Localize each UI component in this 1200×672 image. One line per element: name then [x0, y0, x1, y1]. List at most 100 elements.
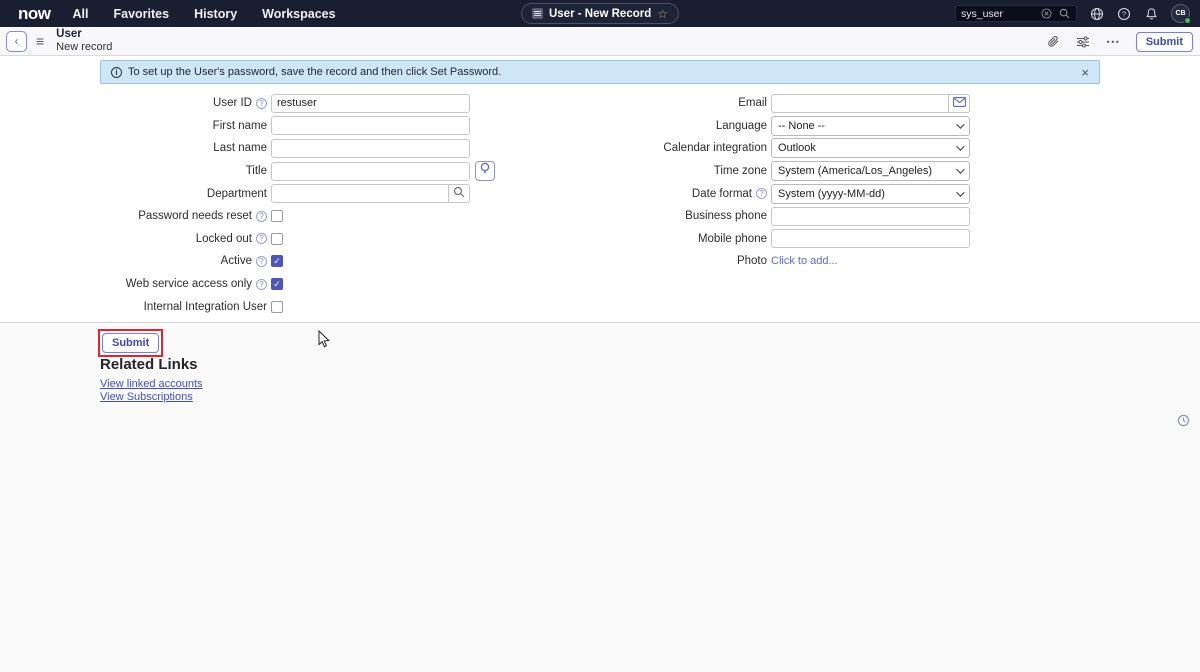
nav-item-history[interactable]: History	[194, 7, 237, 21]
department-field[interactable]	[271, 184, 448, 203]
form-row-calendar-integration: Calendar integration Outlook	[560, 137, 1000, 160]
related-link-view-linked-accounts[interactable]: View linked accounts	[100, 378, 203, 390]
help-icon[interactable]: ?	[256, 256, 267, 267]
field-control-department	[271, 184, 470, 203]
record-name: New record	[56, 41, 112, 54]
field-label-text: Date format	[692, 188, 752, 200]
email-compose-button[interactable]	[948, 94, 969, 113]
calendar-integration-selected-value: Outlook	[778, 142, 816, 154]
notifications-bell-icon[interactable]	[1144, 7, 1158, 21]
title-field[interactable]	[271, 162, 470, 181]
calendar-integration-select[interactable]: Outlook	[771, 138, 970, 158]
business-phone-field[interactable]	[771, 207, 970, 226]
field-control-time-zone: System (America/Los_Angeles)	[771, 161, 970, 181]
field-label-text: Time zone	[714, 165, 767, 177]
globe-icon[interactable]	[1090, 7, 1104, 21]
help-icon[interactable]: ?	[256, 211, 267, 222]
form-row-mobile-phone: Mobile phone	[560, 228, 1000, 251]
now-logo[interactable]: now	[18, 0, 51, 27]
banner-close-icon[interactable]: ×	[1081, 66, 1089, 79]
last-name-field[interactable]	[271, 139, 470, 158]
form-row-user-id: User ID?	[0, 92, 520, 115]
attachment-paperclip-icon[interactable]	[1047, 35, 1060, 49]
email-field-wrap	[771, 94, 970, 113]
global-search-value: sys_user	[961, 8, 1035, 20]
personalize-form-icon[interactable]	[1076, 36, 1090, 48]
field-label-text: Business phone	[685, 210, 767, 222]
form-row-email: Email	[560, 92, 1000, 115]
first-name-field[interactable]	[271, 116, 470, 135]
record-tab[interactable]: User - New Record ☆	[521, 3, 679, 24]
back-button[interactable]: ‹	[6, 31, 27, 52]
field-control-internal-integration-user	[271, 301, 283, 313]
date-format-select[interactable]: System (yyyy-MM-dd)	[771, 184, 970, 204]
clear-search-icon[interactable]	[1039, 7, 1053, 21]
form-icon	[532, 8, 543, 19]
field-label-active: Active?	[0, 255, 267, 267]
form-row-active: Active? ✓	[0, 250, 520, 273]
global-search-input[interactable]: sys_user	[955, 5, 1077, 22]
more-options-icon[interactable]: ⋯	[1106, 33, 1120, 50]
field-label-text: User ID	[213, 97, 252, 109]
suggestion-icon	[479, 162, 491, 180]
web-service-access-only-checkbox[interactable]: ✓	[271, 278, 283, 290]
nav-item-favorites[interactable]: Favorites	[113, 7, 169, 21]
field-label-business-phone: Business phone	[560, 210, 767, 222]
form-row-first-name: First name	[0, 115, 520, 138]
locked-out-checkbox[interactable]	[271, 233, 283, 245]
field-label-language: Language	[560, 120, 767, 132]
active-checkbox[interactable]: ✓	[271, 255, 283, 267]
favorite-star-icon[interactable]: ☆	[657, 8, 668, 20]
time-zone-selected-value: System (America/Los_Angeles)	[778, 165, 932, 177]
form-row-password-needs-reset: Password needs reset?	[0, 205, 520, 228]
response-time-clock-icon[interactable]	[1177, 414, 1190, 432]
date-format-selected-value: System (yyyy-MM-dd)	[778, 188, 885, 200]
time-zone-select[interactable]: System (America/Los_Angeles)	[771, 161, 970, 181]
help-icon[interactable]: ?	[1117, 7, 1131, 21]
field-control-business-phone	[771, 207, 970, 226]
user-avatar[interactable]: CB	[1171, 4, 1190, 23]
internal-integration-user-checkbox[interactable]	[271, 301, 283, 313]
field-control-title	[271, 161, 495, 181]
field-control-locked-out	[271, 233, 283, 245]
form-context-menu-icon[interactable]: ≡	[36, 34, 44, 48]
suggestion-lookup-button[interactable]	[475, 161, 495, 181]
nav-item-all[interactable]: All	[73, 7, 89, 21]
field-control-first-name	[271, 116, 470, 135]
help-icon[interactable]: ?	[256, 279, 267, 290]
user-id-field[interactable]	[271, 94, 470, 113]
chevron-down-icon	[956, 188, 964, 196]
form-row-business-phone: Business phone	[560, 205, 1000, 228]
avatar-initials: CB	[1175, 10, 1185, 17]
password-needs-reset-checkbox[interactable]	[271, 210, 283, 222]
photo-add-link[interactable]: Click to add...	[771, 255, 838, 267]
toolbar-actions: ⋯ Submit	[1047, 27, 1193, 56]
form-row-last-name: Last name	[0, 137, 520, 160]
form-column-left: User ID?First nameLast nameTitleDepartme…	[0, 92, 520, 318]
mobile-phone-field[interactable]	[771, 229, 970, 248]
field-label-email: Email	[560, 97, 767, 109]
info-icon: i	[111, 67, 122, 78]
nav-item-workspaces[interactable]: Workspaces	[262, 7, 335, 21]
submit-button-toolbar[interactable]: Submit	[1136, 32, 1193, 52]
form-row-photo: PhotoClick to add...	[560, 250, 1000, 273]
search-icon[interactable]	[1057, 7, 1071, 21]
reference-lookup-button[interactable]	[448, 184, 470, 203]
top-nav: now All Favorites History Workspaces User -…	[0, 0, 1200, 27]
field-label-last-name: Last name	[0, 142, 267, 154]
related-link-view-subscriptions[interactable]: View Subscriptions	[100, 391, 203, 403]
field-label-password-needs-reset: Password needs reset?	[0, 210, 267, 222]
chevron-down-icon	[956, 143, 964, 151]
submit-button[interactable]: Submit	[102, 333, 159, 353]
help-icon[interactable]: ?	[256, 233, 267, 244]
info-banner-text: To set up the User's password, save the …	[128, 66, 501, 78]
email-field[interactable]	[772, 96, 948, 111]
field-label-text: Locked out	[196, 233, 252, 245]
language-select[interactable]: -- None --	[771, 116, 970, 136]
field-label-text: Department	[207, 188, 267, 200]
help-icon[interactable]: ?	[756, 188, 767, 199]
field-label-mobile-phone: Mobile phone	[560, 233, 767, 245]
field-label-text: Calendar integration	[663, 142, 767, 154]
help-icon[interactable]: ?	[256, 98, 267, 109]
nav-right: sys_user ? CB	[955, 0, 1190, 27]
